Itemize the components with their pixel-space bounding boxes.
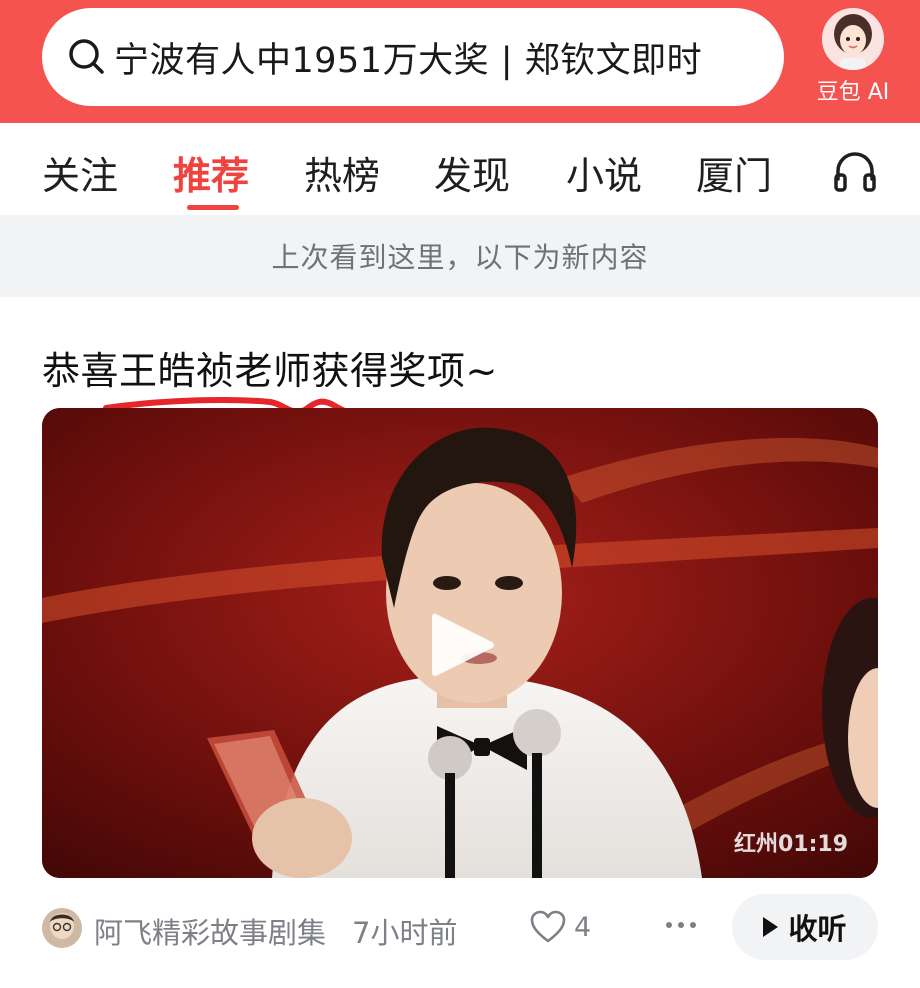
tab-discover[interactable]: 发现	[434, 145, 510, 200]
author-name[interactable]: 阿飞精彩故事剧集	[94, 910, 326, 952]
listen-button[interactable]: 收听	[732, 894, 878, 960]
post-time: 7小时前	[352, 916, 458, 950]
active-tab-indicator	[187, 205, 239, 210]
notice-text: 上次看到这里，以下为新内容	[271, 241, 649, 274]
video-watermark: 红州01:19	[734, 832, 849, 857]
post-title[interactable]: 恭喜王皓祯老师获得奖项~	[42, 340, 498, 395]
ai-label: 豆包 AI	[816, 80, 890, 105]
play-small-icon	[763, 917, 779, 937]
headphone-icon[interactable]	[832, 149, 878, 195]
search-bar[interactable]: 宁波有人中1951万大奖 | 郑钦文即时	[42, 8, 784, 106]
more-icon[interactable]	[664, 920, 698, 930]
doubao-ai-button[interactable]: 豆包 AI	[808, 8, 898, 108]
heart-icon[interactable]	[530, 910, 566, 944]
post-meta-row: 阿飞精彩故事剧集 7小时前 4 收听	[0, 892, 920, 964]
tab-recommend[interactable]: 推荐	[173, 145, 249, 200]
tab-follow[interactable]: 关注	[42, 145, 118, 200]
play-icon[interactable]	[428, 608, 498, 682]
new-content-divider: 上次看到这里，以下为新内容	[0, 215, 920, 297]
tab-xiamen[interactable]: 厦门	[696, 145, 772, 200]
tab-novel[interactable]: 小说	[566, 145, 642, 200]
search-icon	[69, 39, 104, 74]
ai-avatar-icon	[822, 8, 884, 70]
listen-label: 收听	[788, 912, 847, 946]
search-suggestion-text: 宁波有人中1951万大奖 | 郑钦文即时	[114, 40, 703, 81]
author-avatar[interactable]	[42, 908, 82, 948]
tab-hot-list[interactable]: 热榜	[304, 145, 380, 200]
top-header: 宁波有人中1951万大奖 | 郑钦文即时 豆包 AI	[0, 0, 920, 123]
like-count: 4	[574, 912, 592, 943]
channel-tabs: 关注 推荐 热榜 发现 小说 厦门	[0, 123, 920, 215]
